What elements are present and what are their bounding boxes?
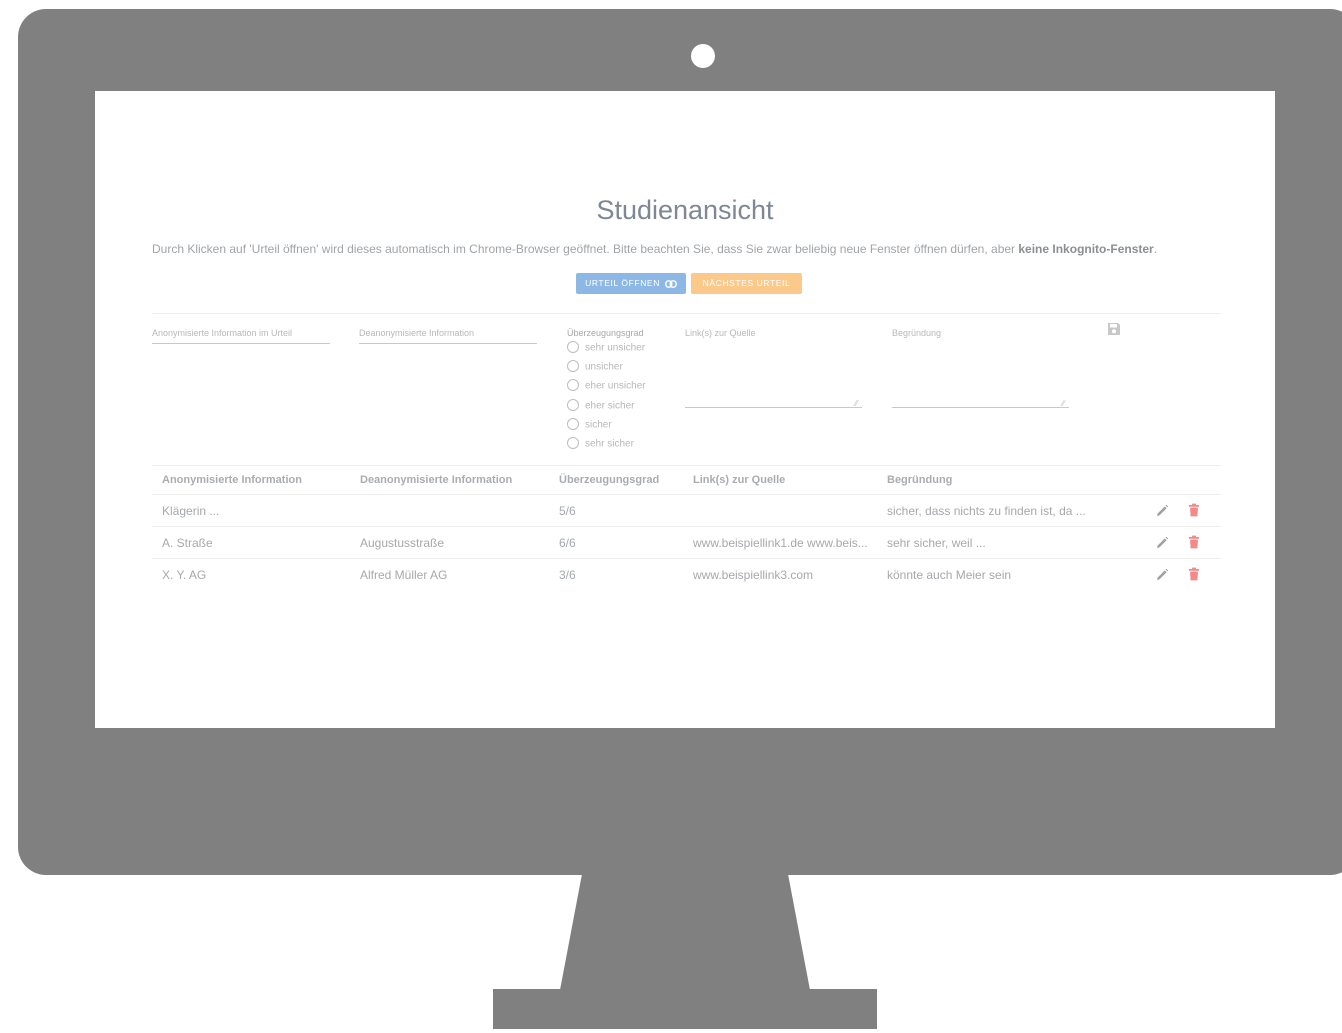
table-cell: sehr sicher, weil ... [887, 536, 986, 550]
page-title: Studienansicht [596, 195, 774, 225]
anon-info-label: Anonymisierte Information im Urteil [152, 328, 293, 338]
column-header: Begründung [887, 474, 953, 486]
anon-info-input[interactable] [152, 343, 330, 344]
table-cell: 3/6 [559, 568, 576, 582]
table-cell: Augustusstraße [360, 536, 445, 550]
open-judgment-label: URTEIL ÖFFNEN [585, 278, 660, 288]
edit-icon[interactable] [1155, 504, 1169, 518]
confidence-option[interactable]: eher unsicher [567, 379, 646, 392]
column-header: Link(s) zur Quelle [693, 474, 786, 486]
confidence-option-label: eher sicher [585, 400, 635, 412]
description-end: . [1153, 242, 1158, 256]
resize-handle-icon[interactable]: ⁄⁄ [855, 399, 858, 408]
screen: Studienansicht Durch Klicken auf 'Urteil… [95, 91, 1275, 728]
link-icon [665, 279, 677, 288]
table-cell: Klägerin ... [162, 504, 220, 518]
table-cell: 6/6 [559, 536, 576, 550]
table-cell: könnte auch Meier sein [887, 568, 1012, 582]
description-bold: keine Inkognito-Fenster [1018, 242, 1154, 256]
divider [152, 494, 1221, 495]
next-judgment-button[interactable]: NÄCHSTES URTEIL [691, 273, 802, 294]
table-cell: www.beispiellink1.de www.beis... [693, 536, 868, 550]
monitor-stand-neck [560, 874, 810, 990]
webcam [691, 44, 715, 68]
table-cell: sicher, dass nichts zu finden ist, da ..… [887, 504, 1086, 518]
table-cell: www.beispiellink3.com [693, 568, 814, 582]
confidence-option-label: sehr unsicher [585, 342, 646, 354]
table-cell: A. Straße [162, 536, 213, 550]
column-header: Deanonymisierte Information [360, 474, 513, 486]
radio-circle [567, 437, 579, 449]
radio-circle [567, 341, 579, 353]
confidence-option-label: unsicher [585, 361, 623, 373]
save-icon[interactable] [1107, 322, 1121, 336]
confidence-option[interactable]: sicher [567, 418, 612, 431]
table-cell: Alfred Müller AG [360, 568, 448, 582]
radio-circle [567, 399, 579, 411]
confidence-option[interactable]: unsicher [567, 360, 623, 373]
deanon-info-label: Deanonymisierte Information [359, 328, 475, 338]
radio-circle [567, 418, 579, 430]
description-text: Durch Klicken auf 'Urteil öffnen' wird d… [152, 242, 1019, 256]
table-cell: 5/6 [559, 504, 576, 518]
confidence-option[interactable]: eher sicher [567, 399, 635, 412]
divider [152, 558, 1221, 559]
delete-icon[interactable] [1187, 503, 1201, 517]
open-judgment-button[interactable]: URTEIL ÖFFNEN [576, 273, 686, 294]
monitor-stand-base [493, 989, 877, 1029]
reason-textarea[interactable] [892, 407, 1069, 408]
confidence-option-label: sicher [585, 419, 612, 431]
column-header: Anonymisierte Information [162, 474, 302, 486]
divider [152, 313, 1221, 314]
divider [152, 465, 1221, 466]
confidence-option-label: sehr sicher [585, 438, 634, 450]
source-links-textarea[interactable] [685, 407, 862, 408]
source-links-label: Link(s) zur Quelle [685, 328, 756, 338]
radio-circle [567, 360, 579, 372]
confidence-label: Überzeugungsgrad [567, 328, 644, 338]
edit-icon[interactable] [1155, 536, 1169, 550]
delete-icon[interactable] [1187, 535, 1201, 549]
deanon-info-input[interactable] [359, 343, 537, 344]
radio-circle [567, 379, 579, 391]
confidence-option[interactable]: sehr unsicher [567, 341, 646, 354]
confidence-option[interactable]: sehr sicher [567, 437, 634, 450]
table-cell: X. Y. AG [162, 568, 207, 582]
resize-handle-icon[interactable]: ⁄⁄ [1062, 399, 1065, 408]
delete-icon[interactable] [1187, 567, 1201, 581]
column-header: Überzeugungsgrad [559, 474, 660, 486]
page-description: Durch Klicken auf 'Urteil öffnen' wird d… [152, 242, 1252, 256]
edit-icon[interactable] [1155, 568, 1169, 582]
confidence-option-label: eher unsicher [585, 380, 646, 392]
reason-label: Begründung [892, 328, 942, 338]
divider [152, 526, 1221, 527]
